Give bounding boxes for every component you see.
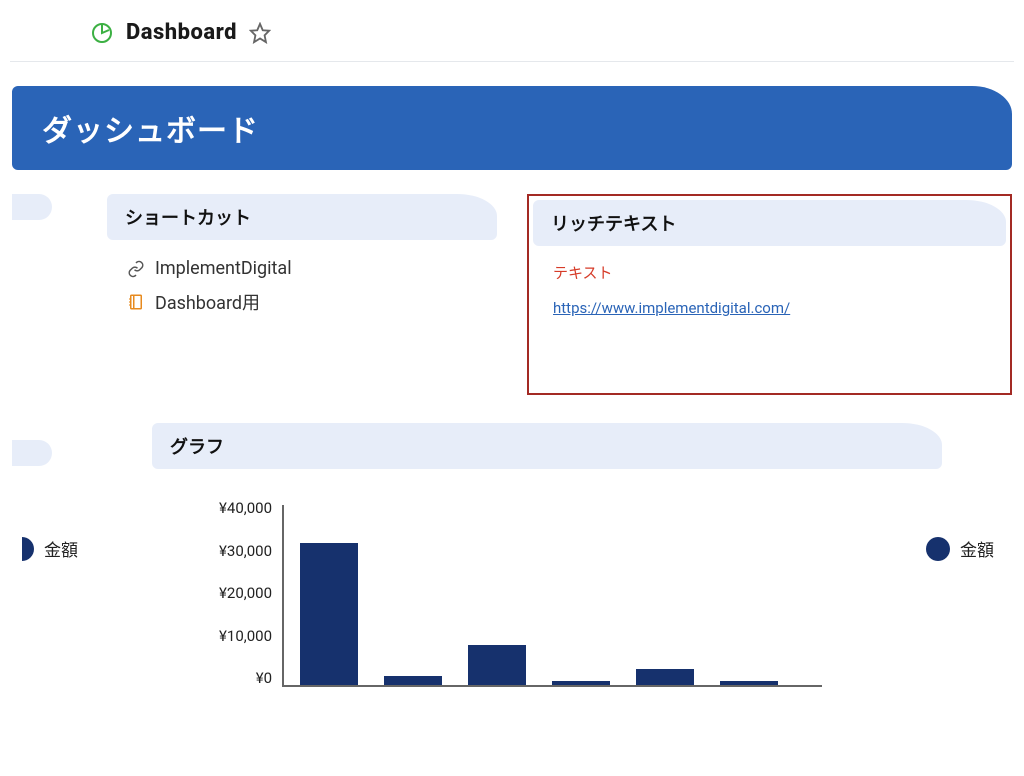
graph-section: グラフ ¥40,000 ¥30,000 ¥20,000 ¥10,000 ¥0: [12, 423, 1012, 699]
shortcut-list: ImplementDigital Dashboard用: [107, 248, 497, 325]
richtext-highlight-box: リッチテキスト テキスト https://www.implementdigita…: [527, 194, 1012, 395]
chart-area: ¥40,000 ¥30,000 ¥20,000 ¥10,000 ¥0: [202, 499, 822, 699]
shortcuts-header: ショートカット: [107, 194, 497, 240]
y-axis-ticks: ¥40,000 ¥30,000 ¥20,000 ¥10,000 ¥0: [202, 499, 272, 687]
chart-bar: [552, 681, 610, 685]
chart-bar: [468, 645, 526, 685]
notebook-icon: [127, 293, 145, 311]
shortcut-label: ImplementDigital: [155, 258, 292, 279]
y-tick: ¥30,000: [202, 542, 272, 560]
shortcut-panel: ショートカット ImplementDigital Dashboard用: [107, 194, 497, 395]
sidebar-stub: [12, 194, 52, 220]
shortcut-label: Dashboard用: [155, 289, 260, 315]
shortcut-item-implementdigital[interactable]: ImplementDigital: [127, 258, 477, 279]
y-tick: ¥40,000: [202, 499, 272, 517]
y-tick: ¥10,000: [202, 627, 272, 645]
dashboard-banner: ダッシュボード: [12, 86, 1012, 170]
chart-bar: [300, 543, 358, 685]
y-tick: ¥20,000: [202, 584, 272, 602]
favorite-star-icon[interactable]: [249, 22, 271, 44]
page-title: Dashboard: [126, 20, 237, 45]
richtext-header: リッチテキスト: [533, 200, 1006, 246]
dashboard-icon: [90, 21, 114, 45]
chart-bar: [384, 676, 442, 685]
richtext-link[interactable]: https://www.implementdigital.com/: [553, 299, 790, 317]
topbar: Dashboard: [10, 0, 1014, 62]
shortcut-item-dashboard[interactable]: Dashboard用: [127, 289, 477, 315]
content-area: ショートカット ImplementDigital Dashboard用: [12, 194, 1012, 395]
graph-header: グラフ: [152, 423, 942, 469]
chart-bar: [720, 681, 778, 685]
link-icon: [127, 260, 145, 278]
richtext-text-label: テキスト: [553, 262, 986, 283]
bar-plot: [282, 505, 822, 687]
chart-bar: [636, 669, 694, 685]
y-tick: ¥0: [202, 669, 272, 687]
richtext-body: テキスト https://www.implementdigital.com/: [533, 246, 1006, 333]
richtext-panel: リッチテキスト テキスト https://www.implementdigita…: [527, 194, 1012, 395]
